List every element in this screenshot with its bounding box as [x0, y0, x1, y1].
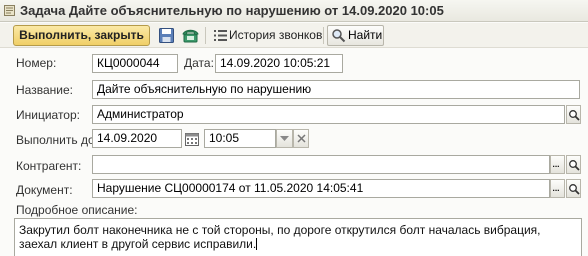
document-search-button[interactable]: [566, 179, 581, 198]
toolbar-separator: [323, 27, 324, 44]
phone-icon[interactable]: [182, 27, 199, 44]
name-field[interactable]: Дайте объяснительную по нарушению: [92, 80, 580, 99]
calendar-icon[interactable]: [184, 131, 200, 147]
due-label: Выполнить до:: [16, 133, 98, 147]
magnifier-icon: [569, 160, 580, 171]
number-field[interactable]: КЦ0000044: [92, 54, 178, 73]
document-icon: [4, 5, 15, 16]
description-textarea[interactable]: Закрутил болт наконечника не с той сторо…: [14, 218, 582, 256]
text-caret: [256, 238, 258, 250]
document-select-button[interactable]: ...: [550, 179, 565, 198]
counterparty-field[interactable]: [92, 155, 550, 174]
due-time-field[interactable]: 10:05: [204, 129, 276, 148]
toolbar: Выполнить, закрыть История звонков Найти: [0, 23, 588, 48]
description-label: Подробное описание:: [16, 203, 138, 217]
counterparty-label: Контрагент:: [16, 159, 82, 173]
find-button[interactable]: Найти: [327, 25, 384, 46]
magnifier-icon: [569, 184, 580, 195]
ellipsis-icon: ...: [552, 156, 560, 170]
window-title: Задача Дайте объяснительную по нарушению…: [20, 3, 444, 18]
due-date-field[interactable]: 14.09.2020: [92, 129, 182, 148]
window-titlebar: Задача Дайте объяснительную по нарушению…: [0, 0, 588, 22]
initiator-field[interactable]: Администратор: [92, 105, 565, 124]
magnifier-icon: [569, 110, 580, 121]
call-history-button[interactable]: История звонков: [229, 26, 322, 46]
counterparty-select-button[interactable]: ...: [550, 155, 565, 174]
number-label: Номер:: [16, 56, 57, 70]
time-dropdown-button[interactable]: [276, 129, 293, 148]
toolbar-separator: [205, 27, 206, 44]
magnifier-icon: [332, 29, 346, 43]
initiator-search-button[interactable]: [566, 105, 581, 124]
close-icon: [297, 134, 306, 143]
date-field[interactable]: 14.09.2020 10:05:21: [215, 54, 343, 73]
counterparty-search-button[interactable]: [566, 155, 581, 174]
date-label: Дата:: [184, 56, 214, 70]
find-button-label: Найти: [348, 28, 383, 42]
time-clear-button[interactable]: [293, 129, 309, 148]
execute-close-button[interactable]: Выполнить, закрыть: [13, 25, 150, 46]
description-text: Закрутил болт наконечника не с той сторо…: [19, 223, 541, 251]
name-label: Название:: [16, 83, 73, 97]
chevron-down-icon: [280, 136, 289, 141]
document-label: Документ:: [16, 183, 73, 197]
save-icon[interactable]: [158, 27, 175, 44]
initiator-label: Инициатор:: [16, 108, 80, 122]
list-icon[interactable]: [212, 27, 229, 44]
ellipsis-icon: ...: [552, 180, 560, 194]
document-field[interactable]: Нарушение СЦ00000174 от 11.05.2020 14:05…: [92, 179, 550, 198]
